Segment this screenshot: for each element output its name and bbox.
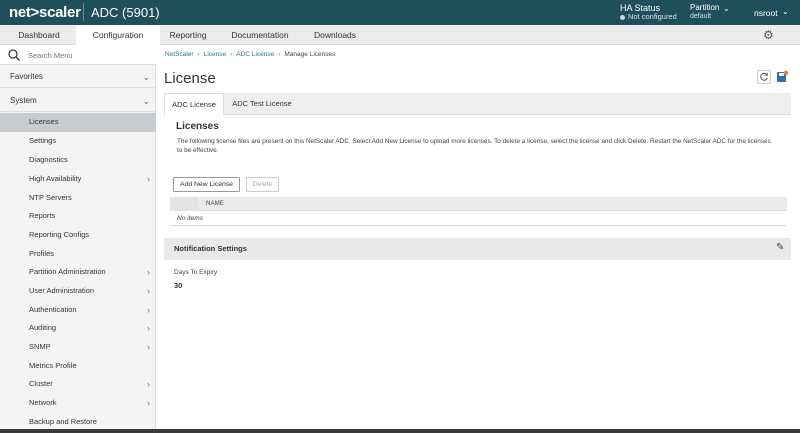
breadcrumb: NetScaler › License › ADC License › Manage Lic… xyxy=(165,51,336,58)
search-input[interactable] xyxy=(28,49,148,62)
user-menu[interactable]: nsroot xyxy=(754,8,778,18)
sidebar-item-network[interactable]: Network › xyxy=(0,394,156,413)
partition-label[interactable]: Partition xyxy=(690,3,719,12)
save-config-button[interactable] xyxy=(775,70,789,84)
sidebar: Favorites ⌄ System ⌄ Licenses Settings D… xyxy=(0,46,156,433)
sidebar-item-auditing[interactable]: Auditing › xyxy=(0,319,156,338)
top-bar: net>scaler ADC (5901) HA Status Not conf… xyxy=(0,0,800,25)
chevron-right-icon: › xyxy=(147,174,150,184)
partition-value: default xyxy=(690,13,712,20)
licenses-table-header: NAME xyxy=(170,197,787,211)
breadcrumb-current: Manage Licenses xyxy=(284,51,336,58)
sidebar-item-user-administration[interactable]: User Administration › xyxy=(0,282,156,301)
edit-pencil-icon[interactable]: ✎ xyxy=(776,242,784,253)
chevron-right-icon: › xyxy=(147,398,150,408)
breadcrumb-link[interactable]: NetScaler xyxy=(165,51,194,58)
add-new-license-button[interactable]: Add New License xyxy=(173,177,240,192)
chevron-right-icon: › xyxy=(147,342,150,352)
breadcrumb-link[interactable]: License xyxy=(204,51,226,58)
licenses-heading: Licenses xyxy=(176,121,219,132)
chevron-right-icon: › xyxy=(147,305,150,315)
search-icon xyxy=(8,49,20,61)
sidebar-item-cluster[interactable]: Cluster › xyxy=(0,375,156,394)
column-name-header[interactable]: NAME xyxy=(206,200,224,207)
sidebar-item-high-availability[interactable]: High Availability › xyxy=(0,170,156,189)
table-divider xyxy=(170,225,787,226)
days-to-expiry-value: 30 xyxy=(174,281,183,290)
sidebar-section-system[interactable]: System ⌄ xyxy=(0,90,156,112)
sidebar-item-authentication[interactable]: Authentication › xyxy=(0,301,156,320)
sidebar-item-ntp-servers[interactable]: NTP Servers xyxy=(0,189,156,208)
sidebar-item-diagnostics[interactable]: Diagnostics xyxy=(0,151,156,170)
user-chevron-down-icon[interactable]: ⌄ xyxy=(782,7,789,16)
favorites-label: Favorites xyxy=(10,72,43,81)
sidebar-item-licenses[interactable]: Licenses xyxy=(0,113,156,132)
app-title: ADC (5901) xyxy=(91,5,160,20)
notification-settings-section: Notification Settings ✎ xyxy=(164,238,791,260)
sidebar-item-settings[interactable]: Settings xyxy=(0,132,156,151)
tab-adc-test-license[interactable]: ADC Test License xyxy=(226,93,298,115)
tab-configuration[interactable]: Configuration xyxy=(76,25,160,45)
ha-status-text: Not configured xyxy=(628,12,677,21)
tab-adc-license[interactable]: ADC License xyxy=(164,93,224,115)
partition-chevron-down-icon[interactable]: ⌄ xyxy=(723,4,730,13)
gear-icon[interactable]: ⚙ xyxy=(763,28,774,42)
sidebar-item-metrics-profile[interactable]: Metrics Profile xyxy=(0,357,156,376)
page-title: License xyxy=(164,70,216,87)
sidebar-search xyxy=(0,46,156,65)
main-nav: Dashboard Configuration Reporting Docume… xyxy=(0,25,800,45)
refresh-button[interactable] xyxy=(757,70,771,84)
tab-documentation[interactable]: Documentation xyxy=(222,25,298,45)
delete-button[interactable]: Delete xyxy=(246,177,279,192)
sidebar-item-reports[interactable]: Reports xyxy=(0,207,156,226)
sidebar-item-partition-administration[interactable]: Partition Administration › xyxy=(0,263,156,282)
sidebar-section-favorites[interactable]: Favorites ⌄ xyxy=(0,66,156,88)
chevron-down-icon: ⌄ xyxy=(142,96,150,106)
save-icon xyxy=(777,70,789,82)
tab-dashboard[interactable]: Dashboard xyxy=(8,25,70,45)
tab-reporting[interactable]: Reporting xyxy=(161,25,215,45)
ha-status-value: Not configured xyxy=(620,12,677,21)
tab-downloads[interactable]: Downloads xyxy=(305,25,365,45)
sidebar-item-snmp[interactable]: SNMP › xyxy=(0,338,156,357)
days-to-expiry-label: Days To Expiry xyxy=(174,269,218,276)
netscaler-logo[interactable]: net>scaler xyxy=(9,4,81,21)
license-tabs: ADC License ADC Test License xyxy=(164,93,791,115)
select-all-column[interactable] xyxy=(170,197,198,211)
licenses-description: The following license files are present … xyxy=(177,138,771,155)
chevron-right-icon: › xyxy=(147,286,150,296)
table-empty-message: No items xyxy=(177,215,204,222)
bottom-edge xyxy=(0,429,800,433)
chevron-right-icon: › xyxy=(147,379,150,389)
notification-settings-title: Notification Settings xyxy=(174,244,247,253)
sidebar-item-profiles[interactable]: Profiles xyxy=(0,245,156,264)
status-dot-icon xyxy=(620,14,625,20)
logo-divider xyxy=(83,3,84,21)
system-label: System xyxy=(10,96,37,105)
sidebar-item-reporting-configs[interactable]: Reporting Configs xyxy=(0,226,156,245)
chevron-right-icon: › xyxy=(147,267,150,277)
chevron-right-icon: › xyxy=(147,323,150,333)
breadcrumb-link[interactable]: ADC License xyxy=(236,51,274,58)
chevron-down-icon: ⌄ xyxy=(142,72,150,82)
refresh-icon xyxy=(760,72,768,81)
